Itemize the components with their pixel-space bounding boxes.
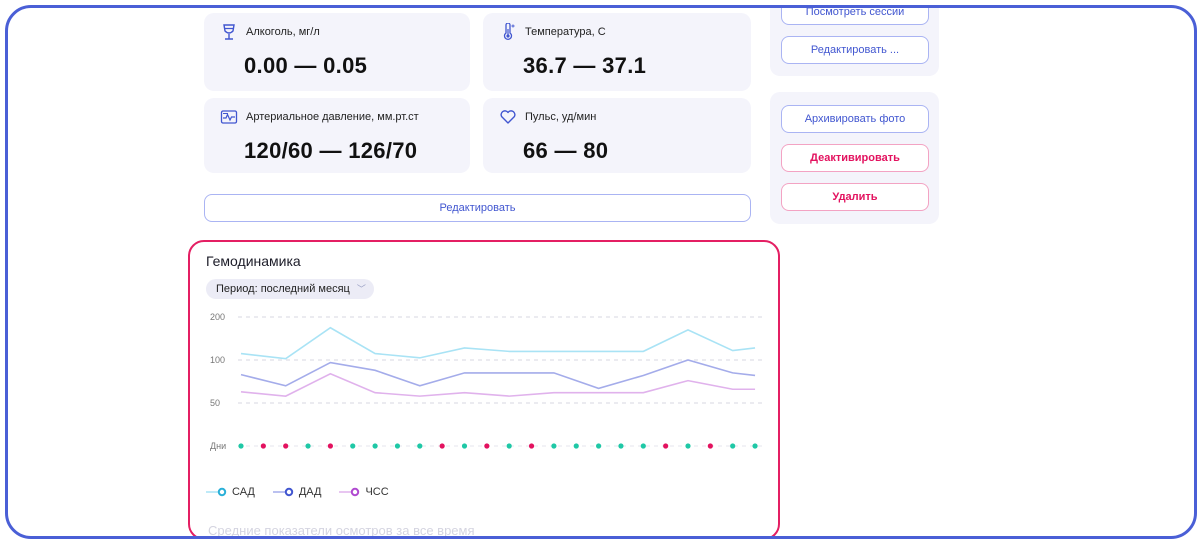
legend-item[interactable]: САД <box>206 486 255 498</box>
alcohol-label: Алкоголь, мг/л <box>246 26 320 38</box>
pressure-label: Артериальное давление, мм.рт.ст <box>246 111 419 123</box>
day-marker[interactable] <box>752 443 758 449</box>
edit-button[interactable]: Редактировать <box>204 194 751 222</box>
day-marker[interactable] <box>528 443 535 449</box>
pulse-value: 66 — 80 <box>523 138 609 163</box>
day-marker[interactable] <box>260 443 266 449</box>
day-marker[interactable] <box>372 443 378 449</box>
day-marker[interactable] <box>551 443 557 449</box>
series-line-САД <box>240 326 756 360</box>
day-marker[interactable] <box>663 443 669 449</box>
day-marker[interactable] <box>350 443 356 449</box>
pressure-monitor-icon <box>220 110 238 124</box>
deactivate-button[interactable]: Деактивировать <box>781 144 929 172</box>
day-marker[interactable] <box>596 443 602 449</box>
day-marker[interactable] <box>730 443 736 449</box>
day-marker[interactable] <box>640 443 646 449</box>
chevron-down-icon: ﹀ <box>356 284 366 294</box>
day-marker[interactable] <box>461 443 468 449</box>
day-marker[interactable] <box>484 443 490 449</box>
day-marker[interactable] <box>283 443 289 449</box>
series-line-ЧСС <box>240 372 756 397</box>
day-marker[interactable] <box>439 443 445 449</box>
pulse-label: Пульс, уд/мин <box>525 111 597 123</box>
alcohol-card: Алкоголь, мг/л 0.00 — 0.05 <box>204 13 470 91</box>
pulse-card: Пульс, уд/мин 66 — 80 <box>483 98 751 173</box>
day-marker[interactable] <box>327 443 333 449</box>
day-marker[interactable] <box>417 443 423 449</box>
temperature-card: Температура, С 36.7 — 37.1 <box>483 13 751 91</box>
view-sessions-button[interactable]: Посмотреть сессии <box>781 8 929 25</box>
day-marker[interactable] <box>618 443 624 449</box>
day-marker[interactable] <box>305 443 311 449</box>
temperature-value: 36.7 — 37.1 <box>523 53 647 78</box>
day-marker[interactable] <box>707 443 713 449</box>
y-tick-label: 200 <box>210 312 225 322</box>
window-frame: Алкоголь, мг/л 0.00 — 0.05 Температура, … <box>5 5 1197 539</box>
thermometer-icon <box>503 23 515 41</box>
y-tick-label: 100 <box>210 355 225 365</box>
days-label: Дни <box>210 441 226 451</box>
day-marker[interactable] <box>506 443 512 449</box>
legend-item[interactable]: ЧСС <box>339 486 389 498</box>
day-marker[interactable] <box>394 443 401 449</box>
chart-legend: САД ДАД ЧСС <box>206 486 389 498</box>
archive-photo-button[interactable]: Архивировать фото <box>781 105 929 133</box>
wine-glass-icon <box>223 24 235 40</box>
day-marker[interactable] <box>573 443 579 449</box>
legend-label: ДАД <box>298 486 322 498</box>
edit-sessions-button[interactable]: Редактировать ... <box>781 36 929 64</box>
pressure-card: Артериальное давление, мм.рт.ст 120/60 —… <box>204 98 470 173</box>
legend-label: САД <box>232 486 255 498</box>
legend-label: ЧСС <box>365 486 389 498</box>
legend-swatch <box>206 487 227 497</box>
chart-title: Гемодинамика <box>206 253 301 269</box>
period-select[interactable]: Период: последний месяц ﹀ <box>206 279 374 299</box>
legend-item[interactable]: ДАД <box>272 486 322 498</box>
y-tick-label: 50 <box>210 398 220 408</box>
legend-swatch <box>272 487 294 497</box>
averages-heading: Средние показатели осмотров за все время <box>208 523 475 538</box>
delete-button[interactable]: Удалить <box>781 183 929 211</box>
alcohol-value: 0.00 — 0.05 <box>244 53 368 78</box>
day-marker[interactable] <box>238 443 244 449</box>
pressure-value: 120/60 — 126/70 <box>244 138 418 163</box>
legend-swatch <box>339 487 360 497</box>
day-marker[interactable] <box>685 443 691 449</box>
period-label: Период: последний месяц <box>216 283 350 295</box>
heart-icon <box>500 110 516 124</box>
hemodynamics-chart: 200 100 50 Дни <box>210 312 763 451</box>
temperature-label: Температура, С <box>525 26 606 38</box>
